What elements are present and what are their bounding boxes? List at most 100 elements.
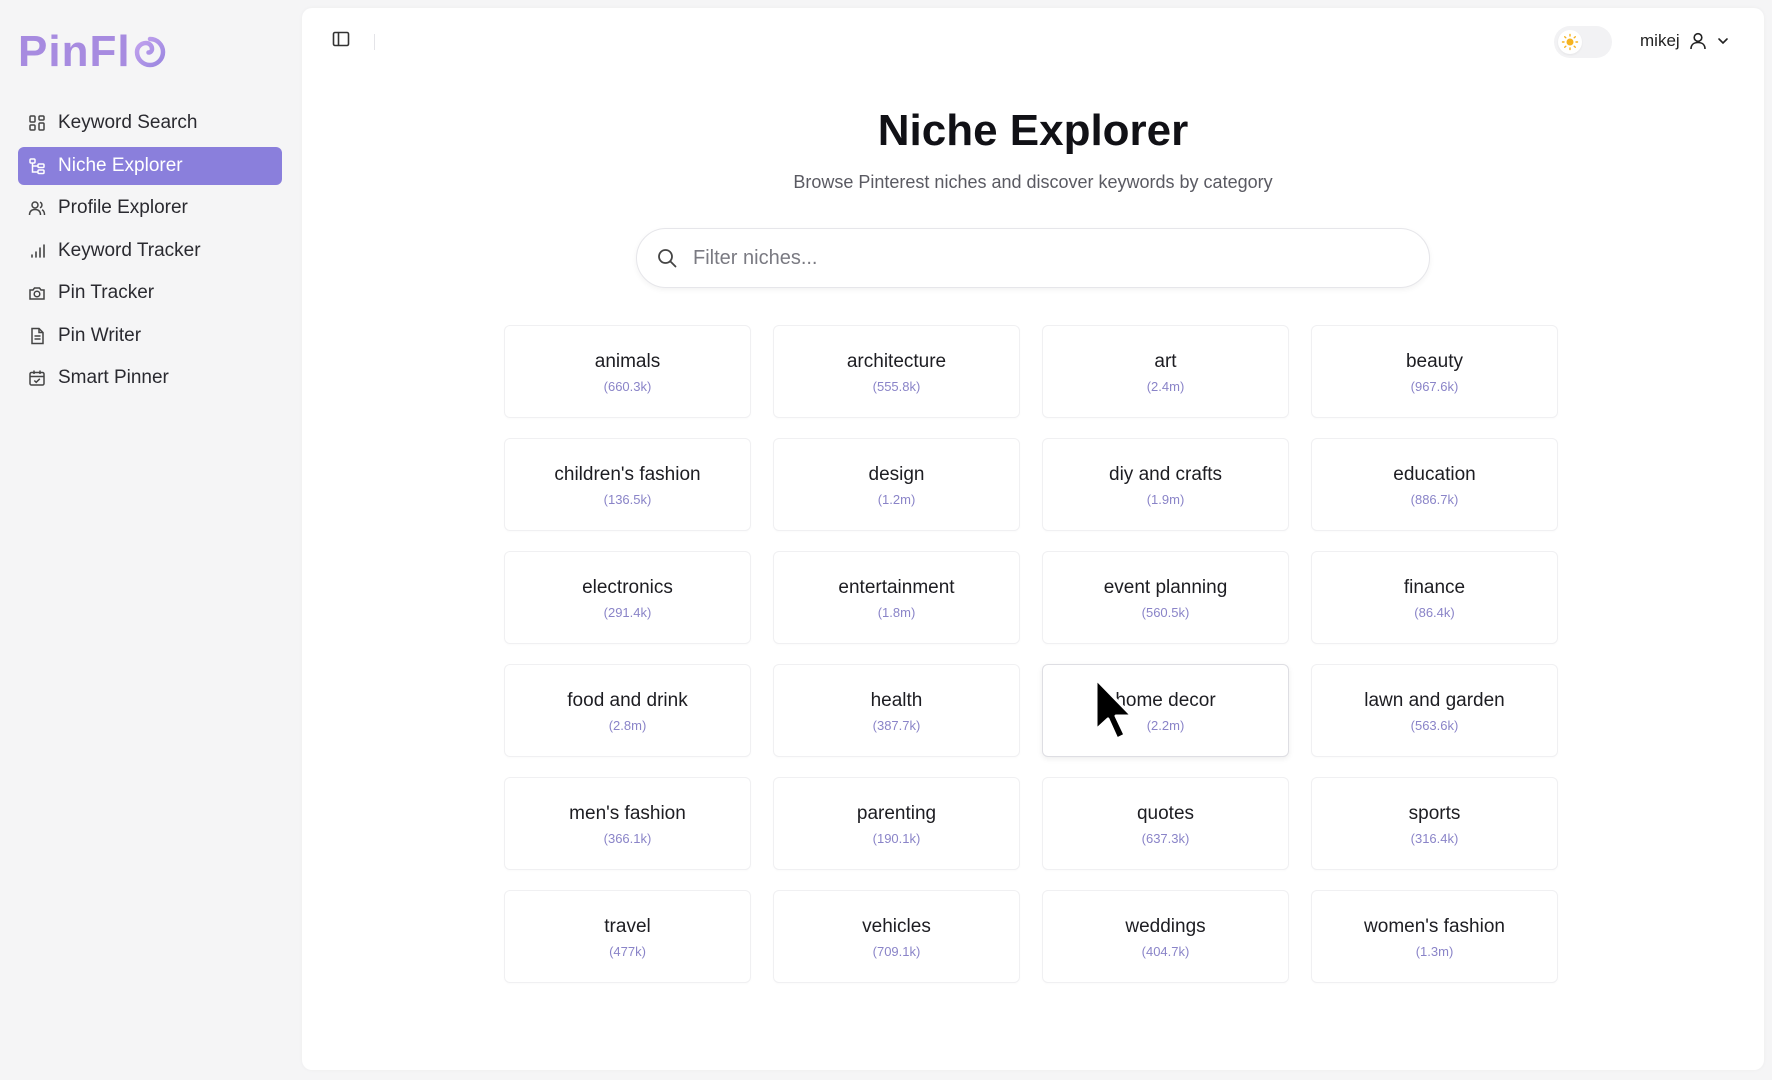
page-subtitle: Browse Pinterest niches and discover key… (793, 172, 1273, 192)
sidebar-item-label: Pin Writer (58, 324, 142, 346)
sidebar-item-label: Profile Explorer (58, 197, 188, 218)
sidebar-item-label: Pin Tracker (58, 282, 155, 303)
niche-card-food-and-drink[interactable]: food and drink (2.8m) (504, 664, 751, 757)
niche-card-womens-fashion[interactable]: women's fashion (1.3m) (1311, 890, 1558, 983)
niche-count: (1.8m) (877, 605, 916, 620)
niche-count: (967.6k) (1410, 379, 1459, 394)
niche-card-weddings[interactable]: weddings (404.7k) (1042, 890, 1289, 983)
niche-card-childrens-fashion[interactable]: children's fashion (136.5k) (504, 438, 751, 531)
sidebar-item-label: Keyword Search (58, 112, 198, 133)
sidebar-toggle-button[interactable] (330, 28, 352, 50)
sidebar-item-keyword-tracker[interactable]: Keyword Tracker (18, 232, 282, 270)
niche-filter-search (636, 228, 1430, 288)
niche-name: entertainment (838, 577, 955, 598)
username: mikej (1640, 31, 1680, 50)
bar-chart-icon (28, 242, 46, 260)
niche-card-health[interactable]: health (387.7k) (773, 664, 1020, 757)
user-icon (1689, 32, 1706, 50)
niche-count: (1.2m) (877, 492, 916, 507)
niche-card-design[interactable]: design (1.2m) (773, 438, 1020, 531)
main-panel: mikej Niche Explorer Browse Pinterest ni… (302, 8, 1764, 1070)
niche-card-quotes[interactable]: quotes (637.3k) (1042, 777, 1289, 870)
niche-count: (637.3k) (1141, 831, 1190, 846)
logo-text: PinFl (18, 27, 131, 76)
sidebar-item-label: Smart Pinner (58, 367, 169, 388)
niche-count: (660.3k) (603, 379, 652, 394)
niche-card-mens-fashion[interactable]: men's fashion (366.1k) (504, 777, 751, 870)
niche-grid: animals (660.3k) architecture (555.8k) a… (504, 325, 1564, 983)
page-title: Niche Explorer (877, 106, 1189, 155)
niche-name: health (870, 690, 923, 711)
niche-card-beauty[interactable]: beauty (967.6k) (1311, 325, 1558, 418)
sidebar-nav: Keyword Search Niche Explorer Profile Ex… (18, 104, 282, 397)
sidebar-item-smart-pinner[interactable]: Smart Pinner (18, 359, 282, 397)
niche-count: (404.7k) (1141, 944, 1190, 959)
niche-count: (291.4k) (603, 605, 652, 620)
sidebar-item-pin-tracker[interactable]: Pin Tracker (18, 274, 282, 312)
niche-card-architecture[interactable]: architecture (555.8k) (773, 325, 1020, 418)
niche-count: (387.7k) (872, 718, 921, 733)
niche-card-event-planning[interactable]: event planning (560.5k) (1042, 551, 1289, 644)
sidebar-item-keyword-search[interactable]: Keyword Search (18, 104, 282, 142)
theme-toggle[interactable] (1554, 26, 1612, 58)
sun-icon (1561, 33, 1579, 51)
niche-count: (2.8m) (608, 718, 647, 733)
niche-name: travel (604, 916, 651, 937)
niche-card-lawn-and-garden[interactable]: lawn and garden (563.6k) (1311, 664, 1558, 757)
users-icon (28, 199, 46, 217)
grid-icon (28, 114, 46, 132)
niche-count: (190.1k) (872, 831, 921, 846)
niche-count: (886.7k) (1410, 492, 1459, 507)
niche-card-sports[interactable]: sports (316.4k) (1311, 777, 1558, 870)
niche-name: men's fashion (569, 803, 686, 824)
niche-name: sports (1408, 803, 1461, 824)
niche-name: weddings (1125, 916, 1206, 937)
niche-name: lawn and garden (1364, 690, 1505, 711)
niche-count: (555.8k) (872, 379, 921, 394)
niche-name: parenting (856, 803, 937, 824)
sidebar-item-niche-explorer[interactable]: Niche Explorer (18, 146, 282, 185)
topbar: mikej (302, 8, 1764, 68)
niche-name: women's fashion (1364, 916, 1505, 937)
search-input[interactable] (693, 246, 1393, 270)
niche-name: event planning (1103, 577, 1228, 598)
niche-card-finance[interactable]: finance (86.4k) (1311, 551, 1558, 644)
app-window: PinFl Keyword Search Niche Explorer Prof… (0, 0, 1772, 1080)
hierarchy-icon (28, 157, 46, 175)
user-menu[interactable]: mikej (1640, 28, 1730, 54)
niche-card-home-decor[interactable]: home decor (2.2m) (1042, 664, 1289, 757)
chevron-down-icon (1717, 38, 1728, 45)
niche-count: (709.1k) (872, 944, 921, 959)
niche-count: (136.5k) (603, 492, 652, 507)
logo-swirl-icon (134, 36, 165, 68)
niche-card-parenting[interactable]: parenting (190.1k) (773, 777, 1020, 870)
niche-card-education[interactable]: education (886.7k) (1311, 438, 1558, 531)
logo[interactable]: PinFl (18, 24, 282, 80)
niche-card-vehicles[interactable]: vehicles (709.1k) (773, 890, 1020, 983)
sidebar-toggle-icon (332, 31, 350, 47)
sidebar-item-pin-writer[interactable]: Pin Writer (18, 317, 282, 355)
niche-card-animals[interactable]: animals (660.3k) (504, 325, 751, 418)
niche-name: electronics (582, 577, 673, 598)
niche-count: (477k) (609, 944, 646, 959)
niche-count: (316.4k) (1410, 831, 1459, 846)
niche-name: home decor (1115, 690, 1216, 711)
niche-card-electronics[interactable]: electronics (291.4k) (504, 551, 751, 644)
niche-card-entertainment[interactable]: entertainment (1.8m) (773, 551, 1020, 644)
niche-card-diy-and-crafts[interactable]: diy and crafts (1.9m) (1042, 438, 1289, 531)
niche-count: (2.2m) (1146, 718, 1185, 733)
calendar-check-icon (28, 369, 46, 387)
niche-card-travel[interactable]: travel (477k) (504, 890, 751, 983)
camera-icon (28, 284, 46, 302)
niche-name: architecture (846, 351, 947, 372)
niche-name: finance (1403, 577, 1466, 598)
niche-count: (2.4m) (1146, 379, 1185, 394)
theme-toggle-knob (1558, 30, 1582, 54)
niche-name: vehicles (862, 916, 931, 937)
niche-count: (1.3m) (1415, 944, 1454, 959)
niche-card-art[interactable]: art (2.4m) (1042, 325, 1289, 418)
niche-count: (1.9m) (1146, 492, 1185, 507)
niche-name: beauty (1405, 351, 1464, 372)
niche-name: design (868, 464, 925, 485)
sidebar-item-profile-explorer[interactable]: Profile Explorer (18, 189, 282, 227)
